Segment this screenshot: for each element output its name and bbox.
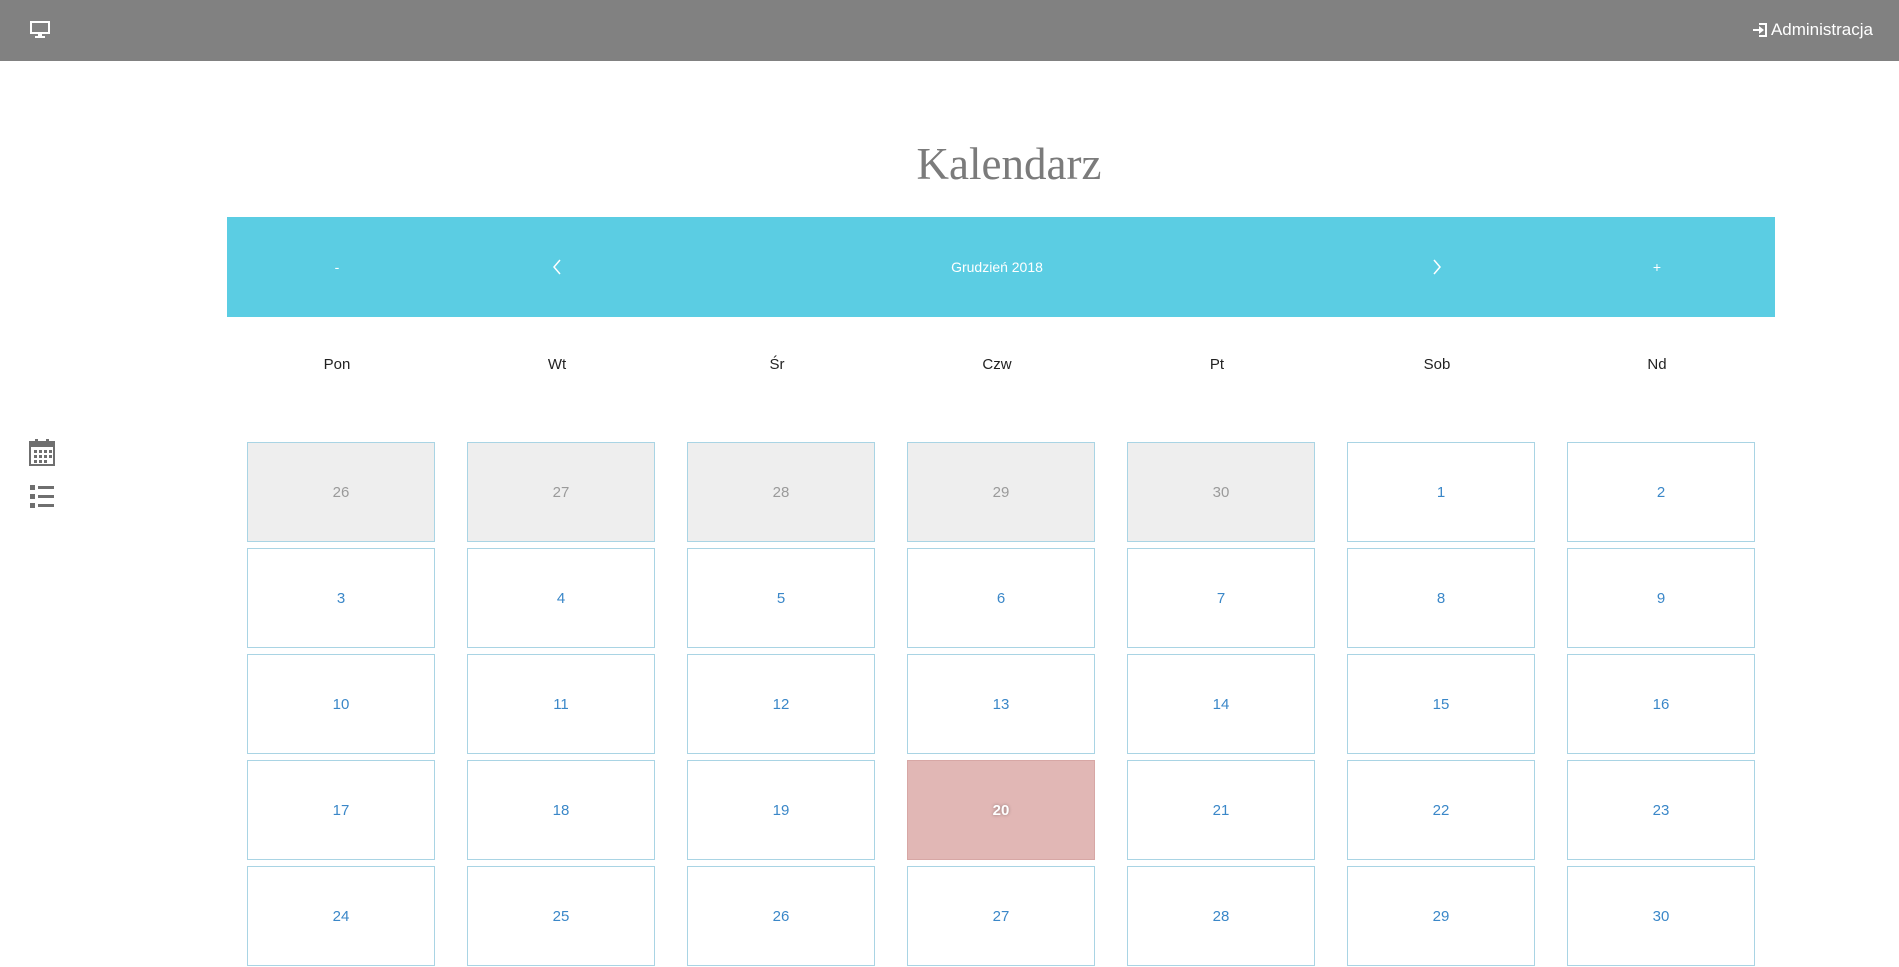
day-number: 13: [992, 695, 1010, 713]
chevron-right-icon: [1433, 259, 1441, 275]
day-cell[interactable]: 19: [687, 760, 875, 860]
day-cell[interactable]: 26: [247, 442, 435, 542]
day-number: 19: [772, 801, 790, 819]
day-cell[interactable]: 14: [1127, 654, 1315, 754]
page-title: Kalendarz: [916, 139, 1102, 189]
day-number: 23: [1652, 801, 1670, 819]
calendar-icon[interactable]: [29, 438, 55, 466]
day-number: 20: [992, 801, 1010, 819]
prev-year-button[interactable]: -: [227, 217, 447, 317]
day-number: 26: [332, 483, 350, 501]
day-number: 3: [336, 589, 346, 607]
day-number: 14: [1212, 695, 1230, 713]
weekday-label: Czw: [982, 356, 1012, 373]
day-cell[interactable]: 9: [1567, 548, 1755, 648]
day-cell[interactable]: 28: [1127, 866, 1315, 966]
day-cell[interactable]: 17: [247, 760, 435, 860]
day-cell[interactable]: 10: [247, 654, 435, 754]
list-icon[interactable]: [29, 482, 55, 510]
day-number: 22: [1432, 801, 1450, 819]
next-month-button[interactable]: [1327, 217, 1547, 317]
day-cell[interactable]: 3: [247, 548, 435, 648]
day-cell[interactable]: 27: [467, 442, 655, 542]
weekday-label: Sob: [1423, 356, 1451, 373]
day-cell[interactable]: 15: [1347, 654, 1535, 754]
day-number: 10: [332, 695, 350, 713]
day-number: 18: [552, 801, 570, 819]
day-number: 2: [1656, 483, 1666, 501]
day-cell[interactable]: 16: [1567, 654, 1755, 754]
day-cell[interactable]: 7: [1127, 548, 1315, 648]
day-number: 29: [1432, 907, 1450, 925]
day-number: 28: [772, 483, 790, 501]
top-bar: Administracja: [0, 0, 1899, 61]
login-icon: [1752, 23, 1767, 37]
weekday-label: Śr: [769, 356, 785, 373]
weekday-label: Pon: [323, 356, 351, 373]
prev-month-button[interactable]: [447, 217, 667, 317]
day-number: 15: [1432, 695, 1450, 713]
day-number: 11: [553, 695, 569, 713]
day-cell[interactable]: 25: [467, 866, 655, 966]
day-cell[interactable]: 6: [907, 548, 1095, 648]
day-number: 7: [1216, 589, 1226, 607]
day-number: 24: [332, 907, 350, 925]
day-cell[interactable]: 28: [687, 442, 875, 542]
day-cell[interactable]: 29: [907, 442, 1095, 542]
calendar-grid: 26 27 28 29 30 1 2 3 4 5 6 7 8 9 10 11 12 13 14 15 16 17 18 19 2…: [227, 442, 1775, 967]
day-number: 9: [1656, 589, 1666, 607]
day-number: 26: [772, 907, 790, 925]
day-cell-today[interactable]: 20: [907, 760, 1095, 860]
day-cell[interactable]: 12: [687, 654, 875, 754]
month-label: Grudzień 2018: [951, 259, 1043, 275]
sidebar: [29, 438, 57, 526]
day-number: 25: [552, 907, 570, 925]
day-number: 21: [1212, 801, 1230, 819]
day-number: 27: [992, 907, 1010, 925]
day-number: 17: [332, 801, 350, 819]
day-number: 27: [552, 483, 570, 501]
day-cell[interactable]: 4: [467, 548, 655, 648]
day-number: 30: [1652, 907, 1670, 925]
day-cell[interactable]: 26: [687, 866, 875, 966]
day-number: 1: [1436, 483, 1446, 501]
weekday-label: Pt: [1209, 356, 1225, 373]
chevron-left-icon: [553, 259, 561, 275]
day-cell[interactable]: 1: [1347, 442, 1535, 542]
day-cell[interactable]: 18: [467, 760, 655, 860]
day-cell[interactable]: 30: [1127, 442, 1315, 542]
day-number: 29: [992, 483, 1010, 501]
day-cell[interactable]: 29: [1347, 866, 1535, 966]
day-cell[interactable]: 30: [1567, 866, 1755, 966]
admin-label: Administracja: [1770, 20, 1873, 39]
day-number: 30: [1212, 483, 1230, 501]
day-cell[interactable]: 24: [247, 866, 435, 966]
month-navigation: - Grudzień 2018 +: [227, 217, 1775, 317]
day-cell[interactable]: 21: [1127, 760, 1315, 860]
next-year-button[interactable]: +: [1547, 217, 1767, 317]
day-cell[interactable]: 23: [1567, 760, 1755, 860]
day-cell[interactable]: 2: [1567, 442, 1755, 542]
day-cell[interactable]: 8: [1347, 548, 1535, 648]
day-cell[interactable]: 22: [1347, 760, 1535, 860]
day-number: 8: [1436, 589, 1446, 607]
weekday-label: Nd: [1647, 356, 1667, 373]
day-cell[interactable]: 5: [687, 548, 875, 648]
day-number: 16: [1652, 695, 1670, 713]
day-number: 12: [772, 695, 790, 713]
admin-link[interactable]: Administracja: [1752, 20, 1873, 40]
day-number: 4: [556, 589, 566, 607]
monitor-icon[interactable]: [30, 21, 50, 39]
day-cell[interactable]: 11: [467, 654, 655, 754]
weekday-label: Wt: [547, 356, 567, 373]
day-cell[interactable]: 27: [907, 866, 1095, 966]
day-number: 28: [1212, 907, 1230, 925]
day-number: 5: [776, 589, 786, 607]
day-cell[interactable]: 13: [907, 654, 1095, 754]
weekday-header: Pon Wt Śr Czw Pt Sob Nd: [227, 350, 1775, 380]
day-number: 6: [996, 589, 1006, 607]
